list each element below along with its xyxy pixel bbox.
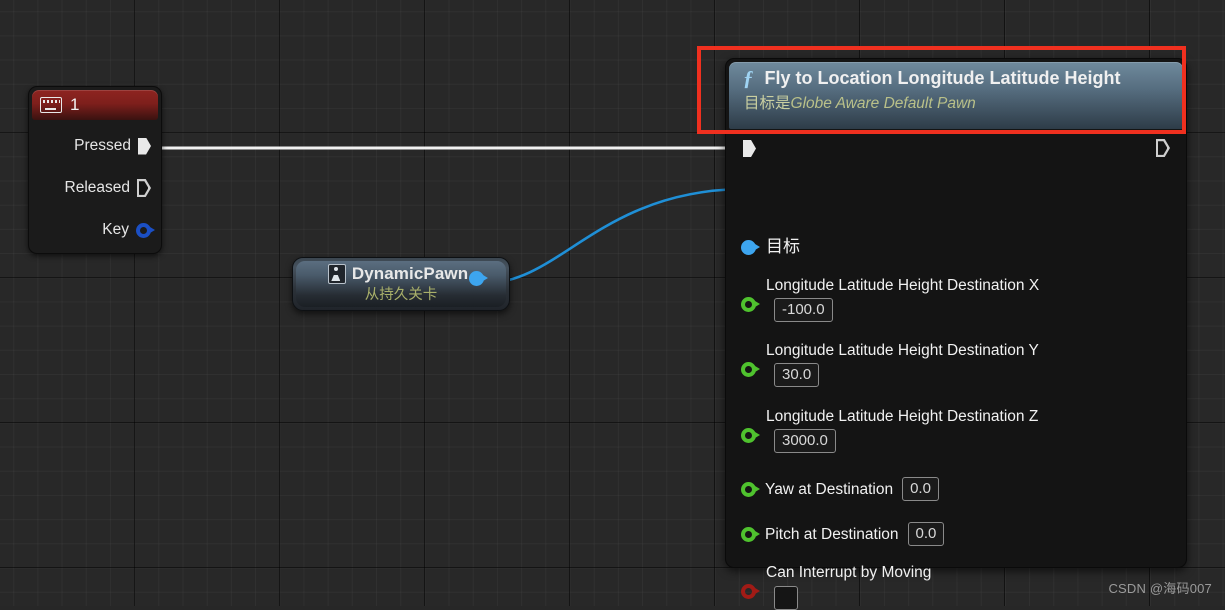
data-pin-destination-z[interactable]	[741, 428, 760, 443]
pin-row-yaw[interactable]: Yaw at Destination 0.0	[741, 477, 939, 501]
checkbox-can-interrupt[interactable]	[774, 586, 798, 610]
pin-label-destination-z: Longitude Latitude Height Destination Z	[766, 408, 1039, 425]
exec-pin-released[interactable]	[137, 179, 151, 197]
data-pin-target[interactable]	[741, 240, 760, 255]
value-input-destination-z[interactable]: 3000.0	[774, 429, 836, 453]
data-pin-can-interrupt[interactable]	[741, 584, 760, 599]
pin-label-pressed: Pressed	[74, 137, 131, 154]
pin-row-target[interactable]: 目标	[741, 238, 800, 255]
value-input-pitch[interactable]: 0.0	[907, 522, 945, 546]
value-input-destination-y[interactable]: 30.0	[774, 363, 820, 387]
keyboard-icon	[40, 97, 62, 113]
dynamic-pawn-title-row: DynamicPawn	[327, 264, 469, 284]
value-input-destination-x[interactable]: -100.0	[774, 298, 833, 322]
pin-label-released: Released	[64, 179, 131, 196]
data-pin-key[interactable]	[136, 222, 155, 238]
dynamic-pawn-output-pin[interactable]	[469, 271, 488, 286]
function-node-title: Fly to Location Longitude Latitude Heigh…	[764, 68, 1121, 88]
pawn-icon	[327, 264, 346, 284]
function-subtitle-prefix: 目标是	[744, 95, 791, 112]
pin-row-key[interactable]: Key	[102, 221, 155, 239]
data-pin-yaw[interactable]	[741, 481, 760, 497]
dynamic-pawn-title: DynamicPawn	[351, 264, 469, 283]
data-pin-pitch[interactable]	[741, 526, 760, 542]
keyboard-node-title: 1	[70, 95, 80, 114]
pin-row-pressed[interactable]: Pressed	[74, 137, 151, 155]
value-input-yaw[interactable]: 0.0	[902, 477, 939, 501]
function-icon: ƒ	[743, 66, 754, 90]
function-node-subtitle: 目标是Globe Aware Default Pawn	[744, 91, 1183, 113]
data-pin-destination-x[interactable]	[741, 297, 760, 312]
pin-label-key: Key	[102, 221, 129, 238]
pin-label-destination-x: Longitude Latitude Height Destination X	[766, 277, 1040, 294]
pin-row-destination-x[interactable]: Longitude Latitude Height Destination X …	[741, 277, 1039, 322]
data-pin-destination-y[interactable]	[741, 362, 760, 377]
pin-label-destination-y: Longitude Latitude Height Destination Y	[766, 342, 1039, 359]
pin-row-pitch[interactable]: Pitch at Destination 0.0	[741, 522, 945, 546]
exec-pin-in[interactable]	[743, 140, 756, 157]
dynamic-pawn-subtitle: 从持久关卡	[364, 287, 438, 303]
pin-row-released[interactable]: Released	[65, 179, 152, 197]
watermark: CSDN @海码007	[1108, 581, 1212, 596]
keyboard-event-node[interactable]: 1 Pressed Released Key	[28, 86, 162, 254]
function-node-header: ƒ Fly to Location Longitude Latitude Hei…	[729, 62, 1183, 129]
keyboard-node-header: 1	[32, 90, 158, 120]
exec-pin-pressed[interactable]	[138, 137, 151, 155]
pin-row-can-interrupt[interactable]: Can Interrupt by Moving	[741, 564, 931, 610]
function-subtitle-target: Globe Aware Default Pawn	[790, 95, 976, 112]
pin-row-destination-y[interactable]: Longitude Latitude Height Destination Y …	[741, 342, 1039, 387]
pin-label-target: 目标	[766, 237, 800, 256]
function-title-row: ƒ Fly to Location Longitude Latitude Hei…	[743, 68, 1183, 89]
fly-to-location-node[interactable]: ƒ Fly to Location Longitude Latitude Hei…	[725, 58, 1187, 610]
pin-label-pitch: Pitch at Destination	[765, 525, 899, 543]
pin-label-can-interrupt: Can Interrupt by Moving	[766, 564, 932, 581]
pin-label-yaw: Yaw at Destination	[765, 480, 894, 498]
exec-pin-out[interactable]	[1156, 139, 1170, 157]
pin-row-destination-z[interactable]: Longitude Latitude Height Destination Z …	[741, 408, 1038, 453]
